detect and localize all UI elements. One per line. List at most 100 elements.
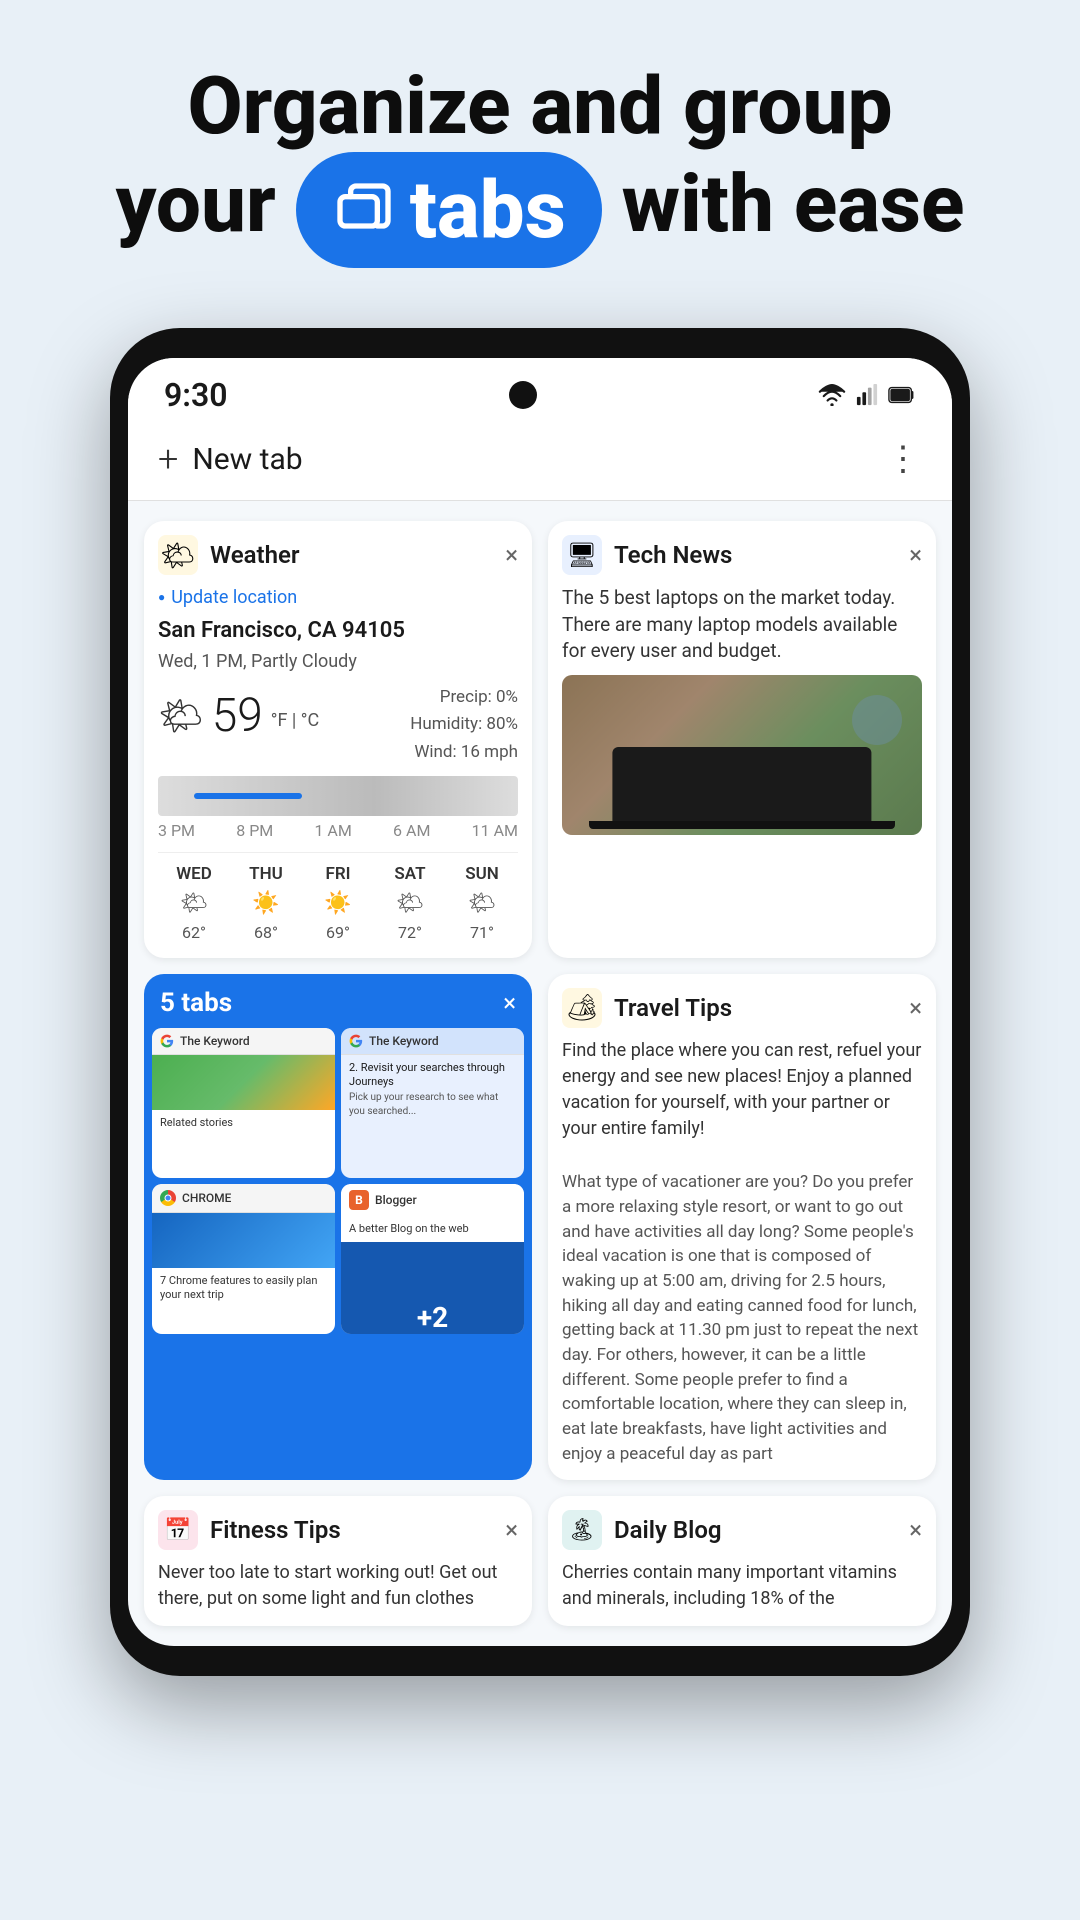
fitness-tips-text: Never too late to start working out! Get…	[158, 1560, 518, 1612]
daily-blog-favicon: 🏝	[562, 1510, 602, 1550]
mini-tab-3[interactable]: CHROME 7 Chrome features to easily plan …	[152, 1184, 335, 1334]
mini-tab-3-header: CHROME	[152, 1184, 335, 1213]
mini-tab-1[interactable]: The Keyword Related stories	[152, 1028, 335, 1178]
signal-icon	[856, 384, 878, 406]
mini-tab-3-image	[152, 1213, 335, 1268]
forecast-sun: SUN 🌤 71°	[446, 863, 518, 944]
tech-news-image	[562, 675, 922, 835]
daily-blog-title: Daily Blog	[614, 1516, 909, 1544]
weather-time: Wed, 1 PM, Partly Cloudy	[158, 649, 518, 674]
tech-news-tab-card[interactable]: 🖥 Tech News × The 5 best laptops on the …	[548, 521, 936, 958]
mini-tab-4-header: B Blogger	[341, 1184, 524, 1216]
five-tabs-title: 5 tabs	[160, 988, 232, 1018]
fitness-tips-tab-card[interactable]: 📅 Fitness Tips × Never too late to start…	[144, 1496, 532, 1626]
travel-tips-title: Travel Tips	[614, 994, 909, 1022]
tech-news-close-button[interactable]: ×	[909, 543, 922, 567]
fitness-tips-favicon: 📅	[158, 1510, 198, 1550]
mini-tab-plus-overlay: +2	[341, 1242, 524, 1334]
travel-tips-tab-card[interactable]: 🏕 Travel Tips × Find the place where you…	[548, 974, 936, 1480]
battery-icon	[888, 384, 916, 406]
travel-tips-text-2: What type of vacationer are you? Do you …	[562, 1170, 922, 1466]
fitness-tips-title: Fitness Tips	[210, 1516, 505, 1544]
weather-update-label[interactable]: Update location	[158, 585, 518, 610]
camera-dot	[509, 381, 537, 409]
mini-tab-4[interactable]: B Blogger A better Blog on the web +2	[341, 1184, 524, 1334]
google-logo-1	[160, 1034, 174, 1048]
extra-tabs-count: +2	[417, 1301, 448, 1334]
phone-screen: 9:30	[128, 358, 952, 1646]
tech-news-title: Tech News	[614, 541, 909, 569]
weather-title: Weather	[210, 541, 505, 569]
new-tab-label: New tab	[192, 442, 302, 477]
five-tabs-grid: The Keyword Related stories	[144, 1028, 532, 1342]
travel-tips-card-header: 🏕 Travel Tips ×	[548, 974, 936, 1038]
mini-tab-1-content: Related stories	[152, 1110, 335, 1136]
weather-temp-left: 🌤 59 °F | °C	[158, 684, 319, 748]
status-icons	[818, 384, 916, 406]
hero-title-line1: Organize and group	[60, 60, 1020, 152]
forecast-sat: SAT 🌤 72°	[374, 863, 446, 944]
daily-blog-content: Cherries contain many important vitamins…	[548, 1560, 936, 1626]
hero-section: Organize and group your tabs with ease	[0, 0, 1080, 308]
mini-tab-1-title: The Keyword	[180, 1034, 250, 1048]
blogger-icon: B	[349, 1190, 369, 1210]
weather-location: San Francisco, CA 94105	[158, 616, 518, 647]
weather-forecast: WED 🌤 62° THU ☀️ 68° FRI ☀️	[158, 852, 518, 944]
weather-temp-row: 🌤 59 °F | °C Precip: 0% Humidity: 80% Wi…	[158, 684, 518, 766]
tabs-icon	[332, 178, 396, 242]
tab-grid: 🌤 Weather × Update location San Francisc…	[128, 501, 952, 1646]
deco-circle	[852, 695, 902, 745]
weather-card-header: 🌤 Weather ×	[144, 521, 532, 585]
tech-news-favicon: 🖥	[562, 535, 602, 575]
five-tabs-header: 5 tabs ×	[144, 974, 532, 1028]
forecast-thu: THU ☀️ 68°	[230, 863, 302, 944]
weather-favicon: 🌤	[158, 535, 198, 575]
phone-frame: 9:30	[110, 328, 970, 1676]
status-time: 9:30	[164, 376, 228, 414]
weather-timeline	[158, 776, 518, 816]
forecast-fri: FRI ☀️ 69°	[302, 863, 374, 944]
weather-content: Update location San Francisco, CA 94105 …	[144, 585, 532, 958]
tabs-badge-label: tabs	[410, 164, 566, 256]
fitness-tips-card-header: 📅 Fitness Tips ×	[144, 1496, 532, 1560]
mini-tab-2[interactable]: The Keyword 2. Revisit your searches thr…	[341, 1028, 524, 1178]
fitness-tips-close-button[interactable]: ×	[505, 1518, 518, 1542]
mini-image-colorful	[152, 1055, 335, 1110]
weather-emoji: 🌤	[158, 691, 204, 741]
weather-tab-card[interactable]: 🌤 Weather × Update location San Francisc…	[144, 521, 532, 958]
weather-temperature: 59	[212, 684, 263, 748]
mini-tab-2-content: 2. Revisit your searches through Journey…	[341, 1055, 524, 1124]
fitness-tips-content: Never too late to start working out! Get…	[144, 1560, 532, 1626]
weather-timeline-bar	[194, 793, 302, 799]
daily-blog-close-button[interactable]: ×	[909, 1518, 922, 1542]
tech-news-content: The 5 best laptops on the market today. …	[548, 585, 936, 849]
laptop-screen	[612, 747, 871, 821]
weather-close-button[interactable]: ×	[505, 543, 518, 567]
five-tabs-close-button[interactable]: ×	[503, 989, 516, 1017]
mini-tab-4-content: A better Blog on the web	[341, 1216, 524, 1242]
chrome-header: + New tab ⋮	[128, 422, 952, 501]
weather-times: 3 PM8 PM1 AM6 AM11 AM	[158, 820, 518, 842]
google-logo-2	[349, 1034, 363, 1048]
tabs-badge: tabs	[296, 152, 602, 268]
travel-tips-close-button[interactable]: ×	[909, 996, 922, 1020]
wifi-icon	[818, 384, 846, 406]
mini-tab-4-title: Blogger	[375, 1193, 417, 1207]
daily-blog-tab-card[interactable]: 🏝 Daily Blog × Cherries contain many imp…	[548, 1496, 936, 1626]
new-tab-button[interactable]: + New tab	[158, 438, 303, 480]
mini-tab-2-header: The Keyword	[341, 1028, 524, 1055]
weather-details: Precip: 0% Humidity: 80% Wind: 16 mph	[410, 684, 518, 766]
tech-news-card-header: 🖥 Tech News ×	[548, 521, 936, 585]
five-tabs-card[interactable]: 5 tabs ×	[144, 974, 532, 1480]
more-menu-button[interactable]: ⋮	[886, 439, 922, 479]
mini-tab-3-title: CHROME	[182, 1191, 231, 1205]
laptop-base	[589, 821, 895, 829]
mini-tab-1-image	[152, 1055, 335, 1110]
status-bar: 9:30	[128, 358, 952, 422]
mini-tab-3-content: 7 Chrome features to easily plan your ne…	[152, 1268, 335, 1309]
hero-title-line2: your tabs with ease	[60, 152, 1020, 268]
tech-news-text: The 5 best laptops on the market today. …	[562, 585, 922, 665]
daily-blog-text: Cherries contain many important vitamins…	[562, 1560, 922, 1612]
daily-blog-card-header: 🏝 Daily Blog ×	[548, 1496, 936, 1560]
plus-icon: +	[158, 438, 178, 480]
